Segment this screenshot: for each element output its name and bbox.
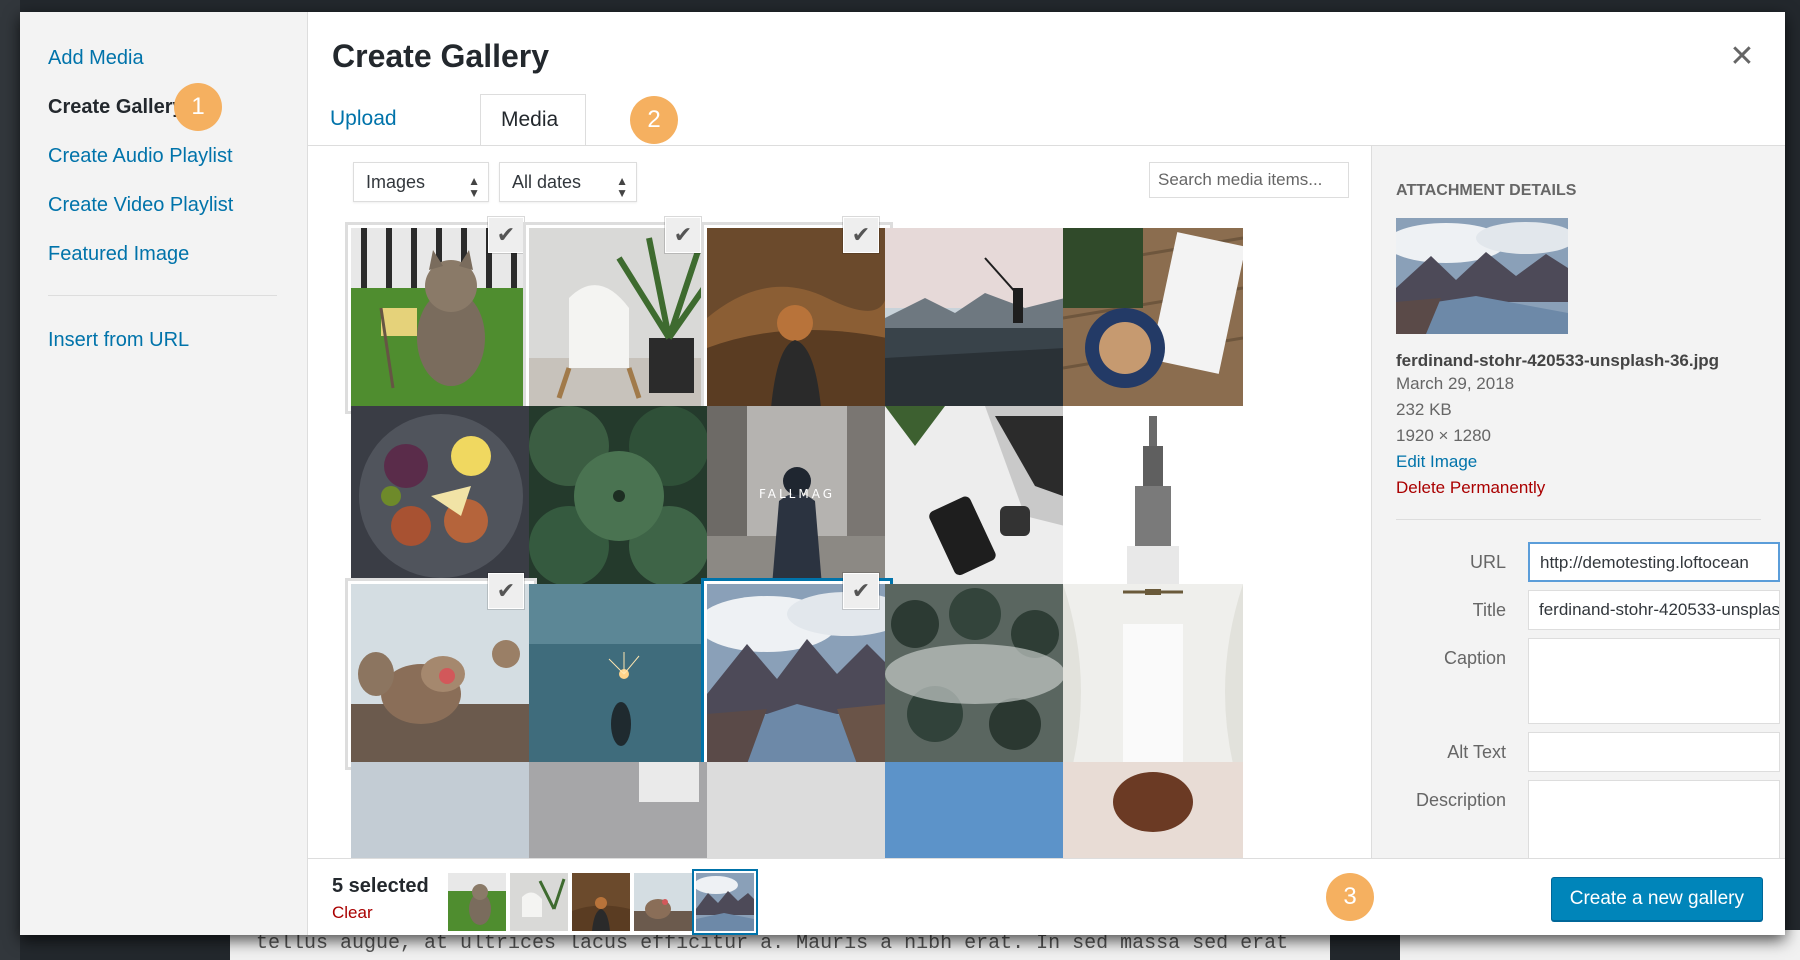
admin-sidebar-strip xyxy=(0,0,20,960)
media-thumb-water-sparkler[interactable] xyxy=(529,584,709,764)
media-thumb-fjord-mountains[interactable] xyxy=(707,584,887,764)
check-icon[interactable]: ✔ xyxy=(844,218,878,252)
tab-upload-files[interactable]: Upload Files xyxy=(310,94,417,180)
check-icon[interactable]: ✔ xyxy=(489,218,523,252)
check-icon[interactable]: ✔ xyxy=(844,574,878,608)
media-thumb-chair[interactable] xyxy=(529,228,709,408)
media-toolbar-footer: 5 selected Clear 3 Create a new gallery xyxy=(308,858,1785,935)
select-arrows-icon: ▲ ▼ xyxy=(468,174,480,200)
attachment-details: Attachment Details ferdinand-stohr-42053… xyxy=(1371,146,1785,860)
alt-text-label: Alt Text xyxy=(1447,742,1506,762)
url-field[interactable]: http://demotesting.loftocean xyxy=(1528,542,1780,582)
attachment-date: March 29, 2018 xyxy=(1396,374,1515,393)
selected-thumb-chair[interactable] xyxy=(510,873,568,931)
search-media-input[interactable] xyxy=(1149,162,1349,198)
create-gallery-button[interactable]: Create a new gallery xyxy=(1550,877,1763,921)
media-thumb-partial-4[interactable] xyxy=(885,762,1065,858)
alt-text-field[interactable] xyxy=(1528,732,1780,772)
media-thumb-desert-person[interactable] xyxy=(707,228,887,408)
delete-permanently-link[interactable]: Delete Permanently xyxy=(1396,475,1761,501)
menu-featured-image[interactable]: Featured Image xyxy=(20,230,307,279)
media-menu: Add Media Create Gallery 1 Create Audio P… xyxy=(20,12,308,935)
edit-image-link[interactable]: Edit Image xyxy=(1396,449,1761,475)
menu-item-label: Insert from URL xyxy=(48,329,190,351)
modal-title: Create Gallery xyxy=(332,38,550,74)
media-thumb-fisherman[interactable] xyxy=(885,228,1065,408)
menu-item-label: Create Video Playlist xyxy=(48,194,234,216)
caption-field-row: Caption xyxy=(1396,638,1780,732)
menu-item-label: Featured Image xyxy=(48,243,190,265)
attachment-filename: ferdinand-stohr-420533-unsplash-36.jpg xyxy=(1396,351,1720,370)
media-thumb-foggy-forest[interactable] xyxy=(885,584,1065,764)
check-icon[interactable]: ✔ xyxy=(666,218,700,252)
attachments-browser: Images ▲▼ All dates ▲▼ ✔ ✔ xyxy=(309,146,1371,858)
selected-thumb-desert-person[interactable] xyxy=(572,873,630,931)
menu-create-gallery[interactable]: Create Gallery 1 xyxy=(20,83,307,132)
media-thumb-pine-trees[interactable] xyxy=(529,406,709,586)
close-icon[interactable]: ✕ xyxy=(1727,42,1757,72)
menu-item-label: Create Audio Playlist xyxy=(48,145,233,167)
tab-media-library[interactable]: Media Library xyxy=(480,94,587,181)
media-thumb-partial-5[interactable] xyxy=(1063,762,1243,858)
media-thumb-snow-monkeys[interactable] xyxy=(351,584,531,764)
media-thumb-cat[interactable] xyxy=(351,228,531,408)
select-arrows-icon: ▲ ▼ xyxy=(616,174,628,200)
media-thumb-coffee-notebook[interactable] xyxy=(1063,228,1243,408)
menu-create-audio-playlist[interactable]: Create Audio Playlist xyxy=(20,132,307,181)
media-thumb-city-person[interactable]: FALLMAG xyxy=(707,406,887,586)
date-filter-value: All dates xyxy=(512,172,582,192)
media-type-filter-value: Images xyxy=(366,172,426,192)
selected-thumb-snow-monkeys[interactable] xyxy=(634,873,692,931)
check-icon[interactable]: ✔ xyxy=(489,574,523,608)
description-field-row: Description xyxy=(1396,780,1780,860)
svg-text:FALLMAG: FALLMAG xyxy=(759,487,835,501)
step-badge-1: 1 xyxy=(174,83,222,131)
selected-thumb-fjord-mountains[interactable] xyxy=(696,873,754,931)
caption-label: Caption xyxy=(1443,648,1506,668)
media-thumb-white-room[interactable] xyxy=(1063,584,1243,764)
menu-create-video-playlist[interactable]: Create Video Playlist xyxy=(20,181,307,230)
title-label: Title xyxy=(1472,600,1506,620)
attachment-preview xyxy=(1386,218,1576,334)
description-textarea[interactable] xyxy=(1528,780,1780,860)
media-type-filter[interactable]: Images ▲ ▼ xyxy=(353,162,489,202)
menu-separator xyxy=(48,295,277,296)
selection-count: 5 selected xyxy=(332,875,429,897)
media-thumb-partial-3[interactable] xyxy=(707,762,887,858)
attachment-dimensions: 1920 × 1280 xyxy=(1396,426,1492,445)
menu-add-media[interactable]: Add Media xyxy=(20,34,307,83)
media-thumb-food-platter[interactable] xyxy=(351,406,531,586)
media-modal: Add Media Create Gallery 1 Create Audio P… xyxy=(20,12,1785,935)
attachment-filesize: 232 KB xyxy=(1396,400,1452,419)
media-thumb-empire-state[interactable] xyxy=(1063,406,1243,586)
menu-item-label: Add Media xyxy=(48,47,144,69)
alt-text-field-row: Alt Text xyxy=(1396,732,1780,780)
title-field[interactable]: ferdinand-stohr-420533-unsplash-36 xyxy=(1528,590,1780,630)
step-badge-3: 3 xyxy=(1326,873,1374,921)
caption-textarea[interactable] xyxy=(1528,638,1780,724)
media-thumb-laptop-phone[interactable] xyxy=(885,406,1065,586)
step-badge-2: 2 xyxy=(630,96,678,144)
description-label: Description xyxy=(1415,790,1506,810)
url-label: URL xyxy=(1469,552,1506,572)
menu-item-label: Create Gallery xyxy=(48,96,184,118)
media-thumb-partial-2[interactable] xyxy=(529,762,709,858)
media-thumb-partial-1[interactable] xyxy=(351,762,531,858)
menu-insert-from-url[interactable]: Insert from URL xyxy=(20,316,307,365)
date-filter[interactable]: All dates ▲ ▼ xyxy=(499,162,637,202)
url-field-row: URL http://demotesting.loftocean xyxy=(1396,542,1780,590)
details-divider xyxy=(1396,519,1761,520)
selected-thumb-cat[interactable] xyxy=(448,873,506,931)
title-field-row: Title ferdinand-stohr-420533-unsplash-36 xyxy=(1396,590,1780,638)
clear-selection-link[interactable]: Clear xyxy=(332,903,373,923)
attachment-details-heading: Attachment Details xyxy=(1396,182,1577,199)
